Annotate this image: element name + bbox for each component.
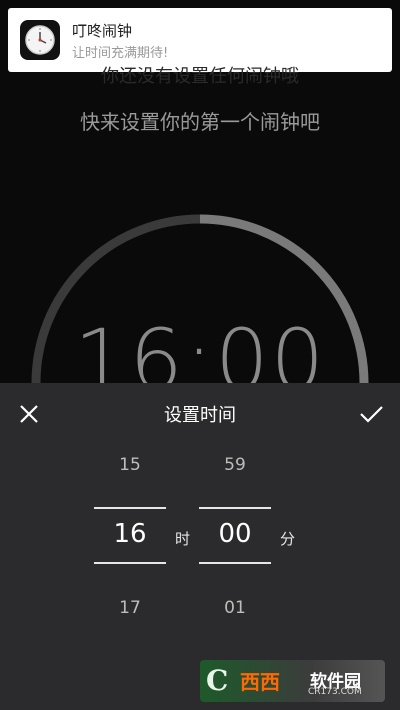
minute-selected[interactable]: 00 bbox=[199, 519, 271, 549]
minute-selection-top-line bbox=[199, 507, 271, 509]
notification-message: 让时间充满期待! bbox=[72, 46, 169, 61]
hour-prev[interactable]: 15 bbox=[94, 455, 166, 475]
check-icon bbox=[360, 406, 383, 423]
minute-next[interactable]: 01 bbox=[199, 598, 271, 618]
sheet-title: 设置时间 bbox=[164, 405, 236, 426]
hour-selection-top-line bbox=[94, 507, 166, 509]
minute-selection-bottom-line bbox=[199, 562, 271, 564]
clock-icon bbox=[20, 20, 60, 60]
empty-alarm-hint: 快来设置你的第一个闹钟吧 bbox=[80, 110, 320, 134]
hour-unit-label: 时 bbox=[175, 530, 191, 548]
watermark-brand: 西西 bbox=[240, 670, 280, 694]
minute-unit-label: 分 bbox=[280, 530, 296, 548]
notification-title: 叮咚闹钟 bbox=[72, 22, 133, 40]
confirm-button[interactable] bbox=[356, 399, 386, 429]
empty-alarm-text: 你还没有设置任何闹钟哦 bbox=[101, 66, 299, 87]
minute-prev[interactable]: 59 bbox=[199, 455, 271, 475]
hour-selected[interactable]: 16 bbox=[94, 519, 166, 549]
hour-selection-bottom-line bbox=[94, 562, 166, 564]
watermark-url: CR173.COM bbox=[308, 687, 362, 697]
watermark-c-logo: C bbox=[206, 664, 229, 697]
hour-next[interactable]: 17 bbox=[94, 598, 166, 618]
watermark-logo: C 西西 软件园 CR173.COM bbox=[200, 660, 385, 702]
